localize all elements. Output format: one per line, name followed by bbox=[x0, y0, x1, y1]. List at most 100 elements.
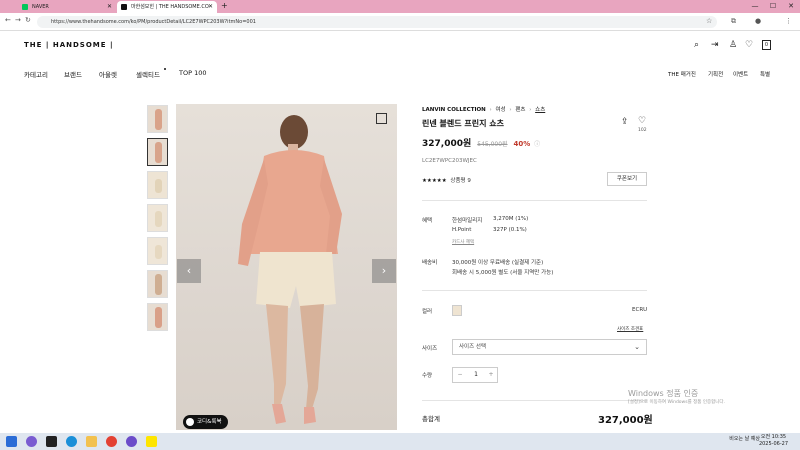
system-clock[interactable]: 오전 10:35 2025-06-27 bbox=[759, 434, 788, 448]
site-logo[interactable]: THE | HANDSOME | bbox=[24, 41, 114, 49]
thumbnail[interactable] bbox=[147, 204, 168, 232]
zoom-icon[interactable] bbox=[376, 113, 387, 124]
back-icon[interactable]: ← bbox=[5, 16, 11, 24]
quantity-value: 1 bbox=[474, 371, 478, 378]
tab-title: 마한섬모힌 | THE HANDSOME.CO bbox=[131, 4, 209, 10]
terminal-icon[interactable] bbox=[46, 436, 57, 447]
maximize-button[interactable]: ☐ bbox=[764, 0, 782, 12]
card-benefit-link[interactable]: 카드사 혜택 bbox=[452, 239, 474, 245]
gnb-selected[interactable]: 셀렉티드 bbox=[136, 69, 160, 79]
window-controls: — ☐ ✕ bbox=[746, 0, 800, 13]
size-select[interactable]: 사이즈 선택 ⌄ bbox=[452, 339, 647, 355]
profile-icon[interactable]: ● bbox=[755, 17, 761, 25]
info-icon[interactable]: ⓘ bbox=[534, 141, 540, 148]
chevron-down-icon: ⌄ bbox=[634, 343, 640, 351]
model-figure bbox=[155, 211, 162, 227]
tab-handsome[interactable]: 마한섬모힌 | THE HANDSOME.CO ✕ bbox=[117, 1, 217, 13]
gnb-category[interactable]: 카테고리 bbox=[24, 69, 48, 79]
thumbnail[interactable] bbox=[147, 105, 168, 133]
coordi-label: 코디&룩북 bbox=[197, 419, 222, 425]
divider bbox=[422, 290, 647, 291]
forward-icon[interactable]: → bbox=[15, 16, 21, 24]
thumbnail[interactable] bbox=[147, 171, 168, 199]
new-dot-icon bbox=[164, 68, 166, 70]
thumbnail[interactable] bbox=[147, 270, 168, 298]
color-swatch[interactable] bbox=[452, 305, 462, 316]
clock-time: 오전 10:35 bbox=[760, 434, 787, 440]
size-label: 사이즈 bbox=[422, 346, 438, 352]
divider bbox=[422, 400, 647, 401]
coupon-button[interactable]: 쿠폰보기 bbox=[607, 172, 647, 186]
login-icon[interactable]: ⇥ bbox=[711, 40, 719, 50]
close-icon[interactable]: ✕ bbox=[107, 1, 112, 13]
product-main-image[interactable] bbox=[176, 104, 397, 430]
extensions-icon[interactable]: ⧉ bbox=[731, 17, 736, 26]
model-figure bbox=[155, 109, 162, 130]
url-input[interactable]: https://www.thehandsome.com/ko/PM/produc… bbox=[37, 16, 717, 28]
brand-link[interactable]: LANVIN COLLECTION bbox=[422, 107, 486, 113]
reload-icon[interactable]: ↻ bbox=[25, 16, 31, 24]
windows-taskbar: 비오는 날 예상 오전 10:35 2025-06-27 bbox=[0, 433, 800, 450]
prev-arrow-icon[interactable]: ‹ bbox=[177, 259, 201, 283]
review-count: 상품평 9 bbox=[450, 178, 471, 184]
model-figure bbox=[155, 179, 162, 193]
original-price: 545,000원 bbox=[477, 141, 508, 148]
edge-icon[interactable] bbox=[66, 436, 77, 447]
thumbnail-selected[interactable] bbox=[147, 138, 168, 166]
weather-tray[interactable]: 비오는 날 예상 bbox=[729, 435, 760, 442]
app-icon[interactable] bbox=[126, 436, 137, 447]
cart-icon[interactable]: 0 bbox=[762, 40, 771, 50]
shipping-line-1: 30,000원 이상 무료배송 (실결제 기준) bbox=[452, 260, 544, 266]
hpoint-name: H.Point bbox=[452, 227, 472, 233]
close-icon[interactable]: ✕ bbox=[208, 1, 213, 13]
plus-button[interactable]: + bbox=[484, 368, 498, 382]
share-icon[interactable]: ⇪ bbox=[621, 117, 629, 127]
new-tab-button[interactable]: + bbox=[221, 1, 228, 10]
user-icon[interactable]: ♙ bbox=[729, 40, 737, 50]
browser-tab-bar: NAVER ✕ 마한섬모힌 | THE HANDSOME.CO ✕ + — ☐ ✕ bbox=[0, 0, 800, 13]
tab-naver[interactable]: NAVER ✕ bbox=[18, 1, 116, 13]
size-guide-link[interactable]: 사이즈 조견표 bbox=[617, 326, 643, 332]
gnb-magazine[interactable]: THE 매거진 bbox=[668, 70, 696, 78]
handsome-favicon-icon bbox=[121, 4, 127, 10]
gnb-outlet[interactable]: 아울렛 bbox=[99, 69, 117, 79]
naver-favicon-icon bbox=[22, 4, 28, 10]
like-heart-icon[interactable]: ♡ bbox=[638, 116, 646, 126]
model-figure bbox=[155, 142, 162, 163]
gnb-event[interactable]: 이벤트 bbox=[733, 70, 748, 78]
star-icon[interactable]: ☆ bbox=[706, 17, 712, 25]
minimize-button[interactable]: — bbox=[746, 0, 764, 12]
next-arrow-icon[interactable]: › bbox=[372, 259, 396, 283]
gnb-exhibition[interactable]: 기획전 bbox=[708, 70, 723, 78]
mileage-name: 한섬마일리지 bbox=[452, 218, 483, 224]
heart-icon[interactable]: ♡ bbox=[745, 40, 753, 50]
divider bbox=[422, 200, 647, 201]
close-button[interactable]: ✕ bbox=[782, 0, 800, 12]
search-icon[interactable]: ⌕ bbox=[694, 40, 699, 50]
crumb-pants[interactable]: 팬츠 bbox=[515, 107, 525, 113]
folder-icon[interactable] bbox=[86, 436, 97, 447]
hpoint-value: 327P (0.1%) bbox=[493, 227, 527, 233]
thumbnail[interactable] bbox=[147, 303, 168, 331]
minus-button[interactable]: − bbox=[453, 368, 467, 382]
star-rating-icon: ★★★★★ bbox=[422, 178, 447, 184]
watermark-subtitle: [설정]으로 이동하여 Windows를 정품 인증합니다. bbox=[628, 400, 725, 405]
gnb-special[interactable]: 특별 bbox=[760, 70, 770, 78]
crumb-women[interactable]: 여성 bbox=[495, 107, 505, 113]
chrome-icon[interactable] bbox=[106, 436, 117, 447]
sale-price: 327,000원 bbox=[422, 139, 472, 149]
review-summary[interactable]: ★★★★★ 상품평 9 bbox=[422, 176, 471, 184]
gnb-top100[interactable]: TOP 100 bbox=[179, 69, 206, 77]
windows-start-icon[interactable] bbox=[6, 436, 17, 447]
kakaotalk-icon[interactable] bbox=[146, 436, 157, 447]
thumbnail[interactable] bbox=[147, 237, 168, 265]
color-name: ECRU bbox=[632, 307, 648, 313]
mileage-value: 3,270M (1%) bbox=[493, 216, 529, 222]
gnb-brand[interactable]: 브랜드 bbox=[64, 69, 82, 79]
quantity-stepper[interactable]: − 1 + bbox=[452, 367, 498, 383]
tab-title: NAVER bbox=[32, 4, 49, 10]
crumb-shorts[interactable]: 쇼츠 bbox=[535, 107, 545, 113]
coordi-lookbook-button[interactable]: 코디&룩북 bbox=[183, 415, 228, 429]
menu-icon[interactable]: ⋮ bbox=[785, 17, 792, 25]
copilot-icon[interactable] bbox=[26, 436, 37, 447]
